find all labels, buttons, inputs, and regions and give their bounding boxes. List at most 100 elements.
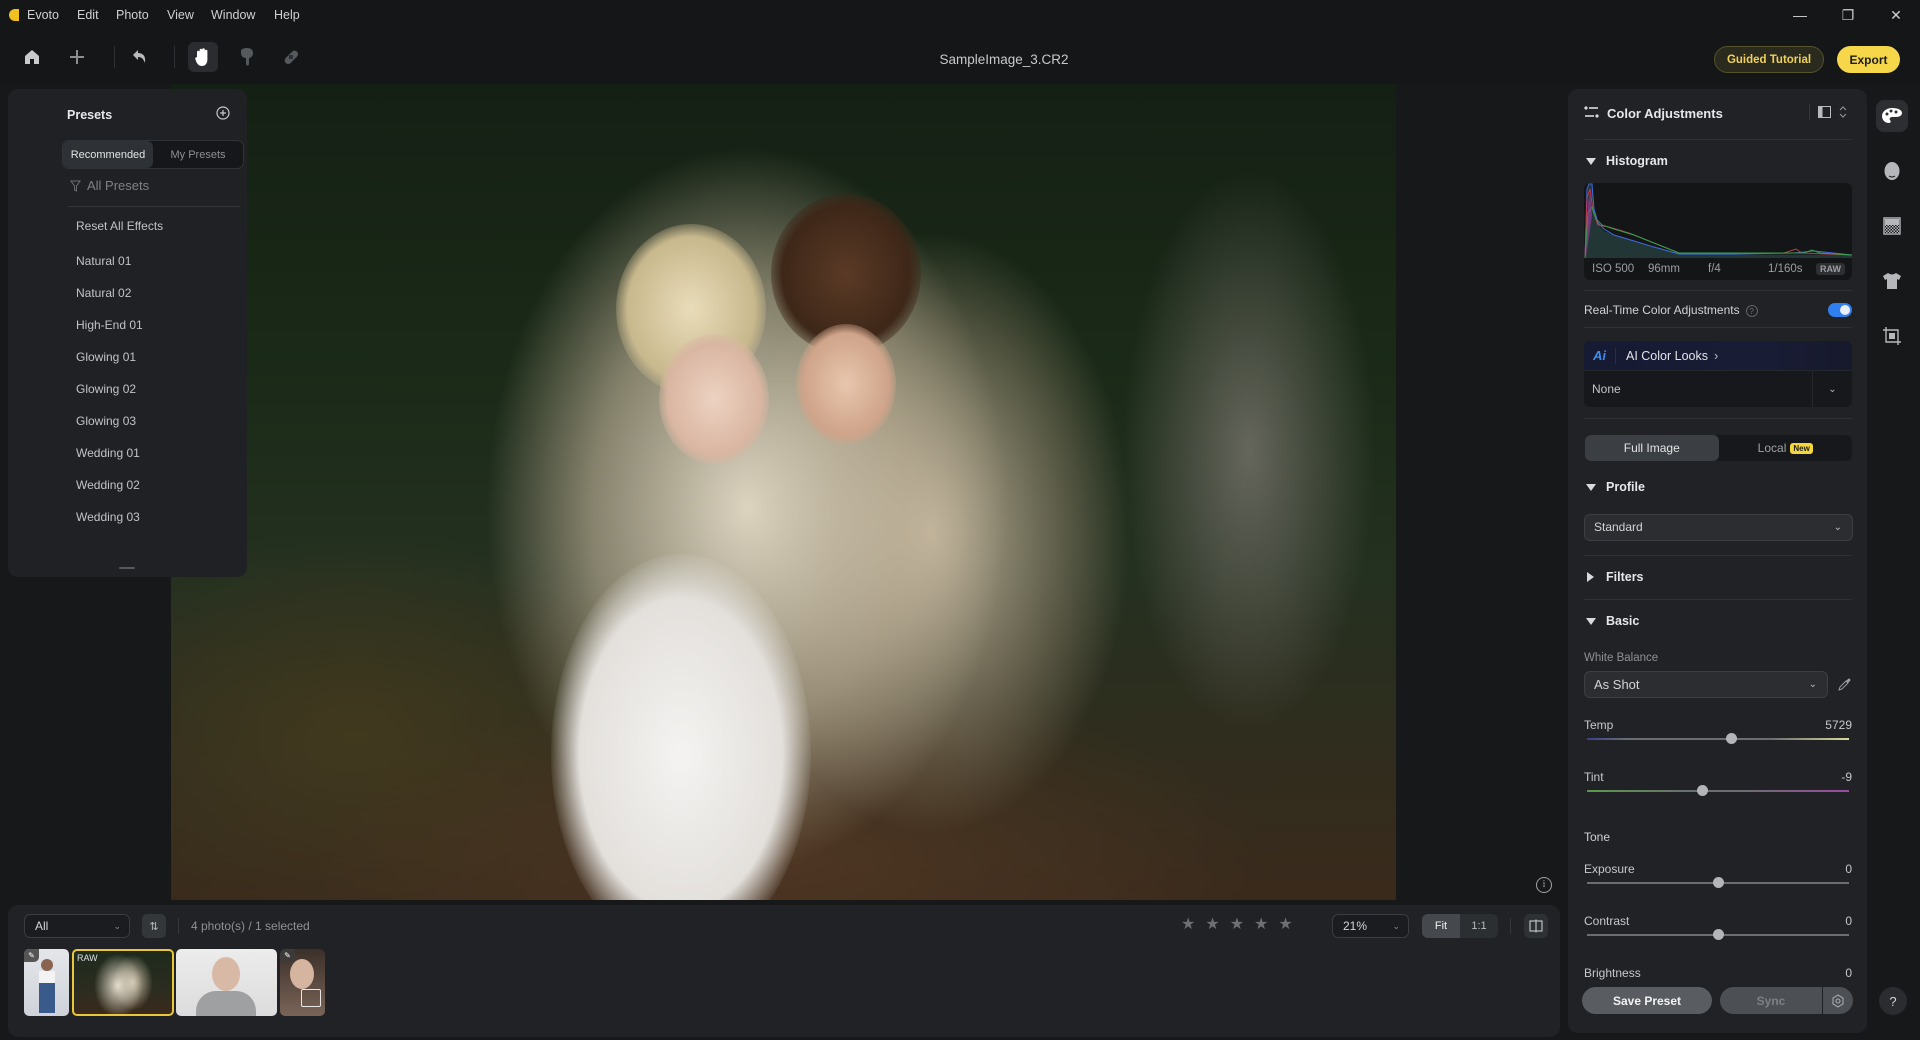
minimize-button[interactable]: — <box>1780 4 1820 26</box>
panel-resize-handle[interactable] <box>119 567 135 569</box>
menu-edit[interactable]: Edit <box>77 8 99 22</box>
sync-settings-button[interactable] <box>1823 987 1853 1014</box>
filmstrip-divider <box>1510 918 1511 934</box>
menu-view[interactable]: View <box>167 8 194 22</box>
histogram-graph <box>1584 183 1852 259</box>
histogram-title[interactable]: Histogram <box>1606 154 1668 168</box>
evoto-logo-icon <box>9 9 19 21</box>
menu-evoto[interactable]: Evoto <box>27 8 59 22</box>
menu-photo[interactable]: Photo <box>116 8 149 22</box>
raw-badge: RAW <box>77 953 98 963</box>
realtime-toggle[interactable] <box>1828 303 1852 317</box>
thumb-figure <box>39 983 55 1013</box>
preset-item[interactable]: Glowing 01 <box>76 350 136 364</box>
tint-track[interactable] <box>1587 790 1849 792</box>
panel-layout-icon[interactable] <box>1818 106 1831 118</box>
thumbnail-1[interactable]: ✎ <box>24 949 69 1016</box>
filters-title[interactable]: Filters <box>1606 570 1644 584</box>
menu-window[interactable]: Window <box>211 8 255 22</box>
basic-title[interactable]: Basic <box>1606 614 1639 628</box>
scope-tabs: Full Image Local New <box>1585 435 1852 461</box>
preset-item[interactable]: Glowing 02 <box>76 382 136 396</box>
clothing-icon[interactable] <box>1876 265 1908 297</box>
help-button[interactable]: ? <box>1879 987 1907 1015</box>
white-balance-select[interactable]: As Shot ⌄ <box>1584 671 1828 698</box>
histogram: ISO 500 96mm f/4 1/160s RAW <box>1584 183 1852 280</box>
exif-focal-length: 96mm <box>1648 263 1680 275</box>
profile-collapse-icon[interactable] <box>1586 484 1596 491</box>
photo-filter-select[interactable]: All ⌄ <box>24 914 130 938</box>
star-icon[interactable]: ★ <box>1254 915 1268 935</box>
expand-collapse-icon[interactable] <box>1839 105 1847 119</box>
eyedropper-icon[interactable] <box>1838 677 1852 696</box>
preset-item[interactable]: Wedding 02 <box>76 478 140 492</box>
close-button[interactable]: ✕ <box>1876 4 1916 26</box>
star-icon[interactable]: ★ <box>1230 915 1244 935</box>
exposure-knob[interactable] <box>1713 877 1724 888</box>
reset-all-effects[interactable]: Reset All Effects <box>76 219 163 233</box>
tab-local[interactable]: Local New <box>1719 435 1853 461</box>
histogram-collapse-icon[interactable] <box>1586 158 1596 165</box>
tint-value: -9 <box>1841 770 1852 784</box>
temp-track[interactable] <box>1587 738 1849 740</box>
info-icon[interactable]: i <box>1536 877 1552 893</box>
thumbnail-4[interactable]: ✎ <box>280 949 325 1016</box>
temp-value: 5729 <box>1825 718 1852 732</box>
filters-expand-icon[interactable] <box>1587 572 1594 582</box>
tab-my-presets[interactable]: My Presets <box>153 141 243 168</box>
add-preset-icon[interactable] <box>216 106 230 125</box>
maximize-button[interactable]: ❐ <box>1828 4 1868 26</box>
contrast-knob[interactable] <box>1713 929 1724 940</box>
tint-label: Tint <box>1584 770 1604 784</box>
background-icon[interactable] <box>1876 210 1908 242</box>
title-bar: Evoto Edit Photo View Window Help — ❐ ✕ <box>0 0 1920 30</box>
help-icon[interactable]: ? <box>1745 304 1758 317</box>
preset-item[interactable]: Glowing 03 <box>76 414 136 428</box>
main-photo[interactable] <box>171 84 1396 900</box>
save-preset-button[interactable]: Save Preset <box>1582 987 1712 1014</box>
zoom-select[interactable]: 21% ⌄ <box>1332 914 1409 938</box>
thumb-figure <box>212 957 240 991</box>
ai-color-looks-header[interactable]: Ai AI Color Looks › <box>1584 341 1852 371</box>
profile-title[interactable]: Profile <box>1606 480 1645 494</box>
preset-item[interactable]: High-End 01 <box>76 318 143 332</box>
guided-tutorial-button[interactable]: Guided Tutorial <box>1714 46 1824 73</box>
preset-item[interactable]: Wedding 01 <box>76 446 140 460</box>
export-button[interactable]: Export <box>1837 46 1900 73</box>
thumb-figure <box>41 959 53 971</box>
tab-full-image[interactable]: Full Image <box>1585 435 1719 461</box>
chevron-down-icon[interactable]: ⌄ <box>1812 371 1852 407</box>
basic-collapse-icon[interactable] <box>1586 618 1596 625</box>
preset-item[interactable]: Natural 01 <box>76 254 131 268</box>
fit-button[interactable]: Fit <box>1422 914 1460 938</box>
sort-button[interactable]: ⇅ <box>142 914 166 938</box>
compare-view-button[interactable] <box>1524 914 1548 938</box>
gear-icon <box>1832 993 1844 1008</box>
thumb-figure <box>39 971 55 983</box>
ai-look-select[interactable]: None ⌄ <box>1584 371 1852 407</box>
sync-button[interactable]: Sync <box>1720 987 1822 1014</box>
star-icon[interactable]: ★ <box>1278 915 1292 935</box>
chevron-down-icon: ⌄ <box>1392 921 1400 931</box>
photo-detail-groom-face <box>796 324 896 444</box>
thumbnail-2[interactable]: RAW <box>72 949 174 1016</box>
thumbnail-3[interactable] <box>176 949 277 1016</box>
preset-item[interactable]: Natural 02 <box>76 286 131 300</box>
exif-iso: ISO 500 <box>1592 263 1635 275</box>
section-divider <box>1584 418 1852 419</box>
star-icon[interactable]: ★ <box>1181 915 1195 935</box>
face-icon[interactable] <box>1876 155 1908 187</box>
menu-help[interactable]: Help <box>274 8 300 22</box>
star-icon[interactable]: ★ <box>1205 915 1219 935</box>
section-divider <box>1584 327 1852 328</box>
photo-count: 4 photo(s) / 1 selected <box>191 919 310 933</box>
profile-select[interactable]: Standard ⌄ <box>1584 514 1853 541</box>
all-presets-filter[interactable]: All Presets <box>70 178 149 193</box>
palette-icon[interactable] <box>1876 100 1908 132</box>
one-to-one-button[interactable]: 1:1 <box>1460 914 1498 938</box>
tab-recommended[interactable]: Recommended <box>63 141 153 168</box>
exif-shutter: 1/160s <box>1768 263 1803 275</box>
section-divider <box>1584 139 1852 140</box>
crop-icon[interactable] <box>1876 320 1908 352</box>
preset-item[interactable]: Wedding 03 <box>76 510 140 524</box>
